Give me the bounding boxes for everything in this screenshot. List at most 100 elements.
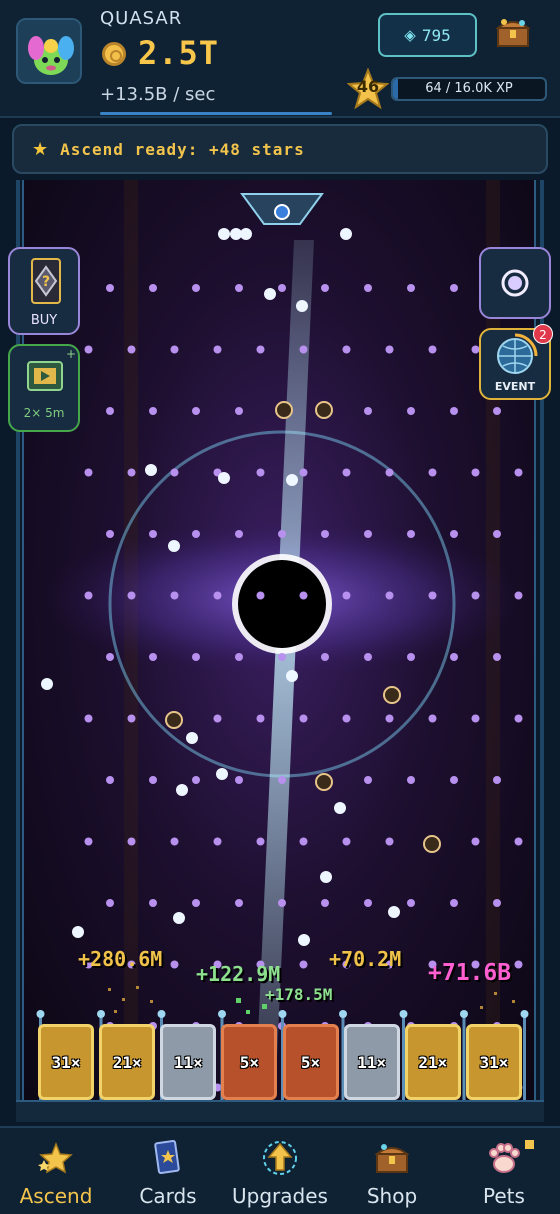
ball — [72, 926, 84, 938]
peg — [428, 591, 437, 600]
peg — [514, 591, 523, 600]
peg — [106, 407, 114, 415]
chest-button[interactable] — [494, 14, 532, 52]
coin-ball — [315, 773, 333, 791]
peg — [170, 345, 179, 354]
peg — [471, 468, 480, 477]
nav-shop[interactable]: Shop — [336, 1128, 448, 1214]
buy-label: BUY — [30, 313, 58, 328]
multiplier-bucket: 11× — [160, 1024, 217, 1100]
bucket-floor — [16, 1100, 544, 1122]
buy-card-button[interactable]: ? BUY — [8, 247, 80, 335]
ball — [168, 540, 180, 552]
peg — [192, 530, 200, 538]
peg — [407, 284, 415, 292]
nav-label: Ascend — [19, 1184, 93, 1208]
peg — [385, 468, 394, 477]
ascend-ready-banner[interactable]: ★ Ascend ready: +48 stars — [12, 124, 548, 174]
peg — [106, 776, 114, 784]
reward-popup: +70.2M — [329, 947, 402, 971]
peg — [342, 345, 351, 354]
peg — [235, 776, 243, 784]
xp-text: 64 / 16.0K XP — [425, 81, 513, 96]
aim-button[interactable] — [479, 247, 551, 319]
peg — [127, 714, 136, 723]
event-notification-badge: 2 — [533, 324, 553, 344]
multiplier-bucket: 31× — [465, 1024, 522, 1100]
ball — [286, 670, 298, 682]
peg — [407, 776, 415, 784]
peg — [471, 591, 480, 600]
ball — [216, 768, 228, 780]
peg — [235, 899, 243, 907]
ball — [388, 906, 400, 918]
peg — [385, 714, 394, 723]
xp-bar: 64 / 16.0K XP — [391, 77, 547, 101]
treasure-chest-icon — [495, 19, 531, 47]
ball — [186, 732, 198, 744]
peg — [278, 776, 286, 784]
bucket-divider-cap — [218, 1010, 226, 1018]
reward-popup: +178.5M — [265, 985, 333, 1004]
bucket-divider-cap — [520, 1010, 529, 1018]
gem-count: 795 — [421, 25, 451, 45]
peg — [364, 530, 372, 538]
peg — [149, 284, 157, 292]
peg — [299, 468, 308, 477]
peg — [407, 899, 415, 907]
bucket-divider-cap — [339, 1010, 347, 1018]
peg — [493, 899, 501, 907]
peg — [299, 714, 308, 723]
black-hole — [238, 560, 326, 648]
peg — [256, 837, 265, 846]
peg — [149, 776, 157, 784]
income-rate-bar — [100, 112, 332, 115]
nav-cards[interactable]: Cards — [112, 1128, 224, 1214]
player-avatar[interactable] — [16, 18, 82, 84]
peg — [450, 530, 458, 538]
ad-boost-button[interactable]: + 2× 5m — [8, 344, 80, 432]
peg — [170, 837, 179, 846]
peg — [278, 530, 286, 538]
peg — [256, 468, 265, 477]
nav-ascend[interactable]: Ascend — [0, 1128, 112, 1214]
event-button[interactable]: EVENT 2 — [479, 324, 553, 400]
video-play-icon: + — [27, 347, 76, 391]
nav-upgrades[interactable]: Upgrades — [224, 1128, 336, 1214]
peg — [514, 468, 523, 477]
peg — [299, 591, 308, 600]
peg — [450, 284, 458, 292]
peg — [514, 837, 523, 846]
peg — [170, 960, 179, 969]
multiplier-buckets: 31× 21× 11× 5× 5× 11× 21× 31× — [38, 1024, 522, 1100]
multiplier-bucket: 5× — [221, 1024, 278, 1100]
target-icon — [501, 269, 529, 297]
nav-pets[interactable]: Pets — [448, 1128, 560, 1214]
gems-button[interactable]: ◈ 795 — [378, 13, 477, 57]
peg — [213, 714, 222, 723]
income-rate: +13.5B / sec — [100, 84, 216, 105]
pets-notification-dot — [525, 1140, 534, 1149]
peg — [342, 591, 351, 600]
peg — [493, 653, 501, 661]
ball — [240, 228, 252, 240]
peg — [299, 345, 308, 354]
peg — [127, 345, 136, 354]
peg — [407, 530, 415, 538]
upgrade-arrow-icon — [263, 1141, 297, 1175]
peg — [235, 530, 243, 538]
peg — [342, 714, 351, 723]
peg — [428, 468, 437, 477]
bottom-nav: Ascend Cards Upgrades Shop Pets — [0, 1126, 560, 1214]
nav-label: Upgrades — [232, 1184, 328, 1208]
ball — [41, 678, 53, 690]
peg — [84, 345, 93, 354]
paw-icon — [489, 1143, 520, 1173]
ball — [340, 228, 352, 240]
peg — [471, 837, 480, 846]
bucket-divider — [523, 1016, 526, 1100]
nav-label: Shop — [366, 1184, 418, 1208]
coin-ball — [165, 711, 183, 729]
peg — [170, 591, 179, 600]
peg — [106, 653, 114, 661]
